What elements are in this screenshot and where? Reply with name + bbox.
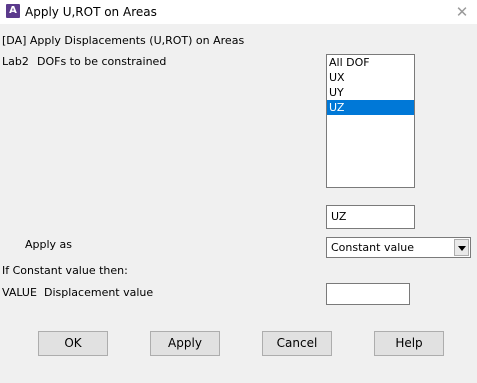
close-icon[interactable]: ✕ xyxy=(449,1,475,23)
title-bar: A Apply U,ROT on Areas ✕ xyxy=(0,0,477,24)
dof-listbox[interactable]: All DOF UX UY UZ xyxy=(326,54,415,188)
lab2-label: DOFs to be constrained xyxy=(37,55,167,68)
constant-note: If Constant value then: xyxy=(2,264,128,277)
window-title: Apply U,ROT on Areas xyxy=(25,5,157,19)
value-label: Displacement value xyxy=(44,286,154,299)
chevron-down-icon[interactable] xyxy=(454,239,469,256)
ok-button[interactable]: OK xyxy=(38,331,108,356)
apply-as-dropdown[interactable]: Constant value xyxy=(326,237,471,258)
list-item-all-dof[interactable]: All DOF xyxy=(327,55,414,70)
help-button[interactable]: Help xyxy=(374,331,444,356)
apply-as-label: Apply as xyxy=(25,238,73,251)
value-key: VALUE xyxy=(2,286,37,299)
apply-as-value: Constant value xyxy=(331,241,414,254)
app-icon: A xyxy=(6,4,20,18)
displacement-value-input[interactable] xyxy=(326,283,410,305)
apply-button[interactable]: Apply xyxy=(150,331,220,356)
lab2-key: Lab2 xyxy=(2,55,29,68)
dialog-heading: [DA] Apply Displacements (U,ROT) on Area… xyxy=(2,34,245,47)
selected-dof-value: UZ xyxy=(331,210,347,223)
list-item-uz[interactable]: UZ xyxy=(327,100,414,115)
selected-dof-field[interactable]: UZ xyxy=(326,205,415,229)
list-item-uy[interactable]: UY xyxy=(327,85,414,100)
list-item-ux[interactable]: UX xyxy=(327,70,414,85)
cancel-button[interactable]: Cancel xyxy=(262,331,332,356)
